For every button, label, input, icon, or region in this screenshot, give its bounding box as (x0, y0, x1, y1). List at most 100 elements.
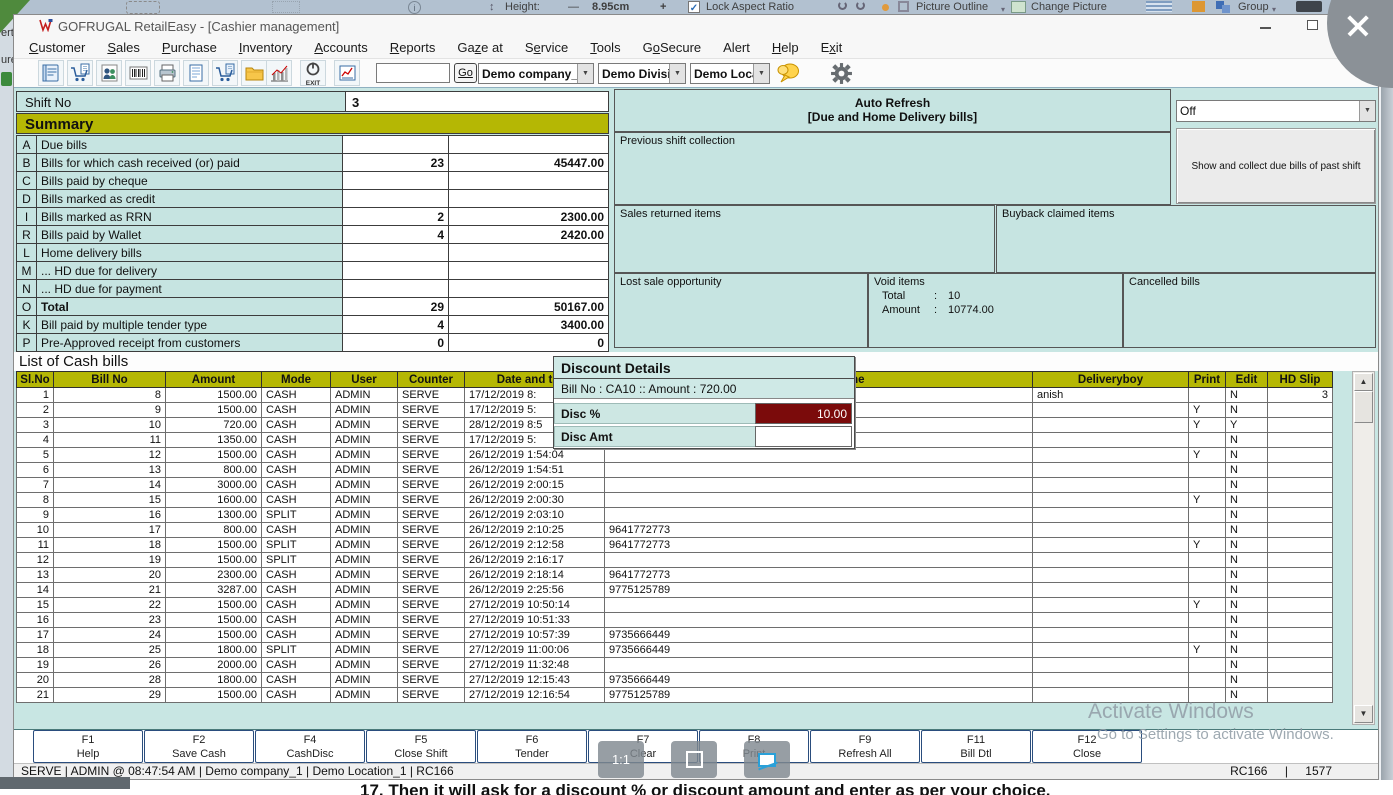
fkey-f11[interactable]: F11Bill Dtl (921, 730, 1031, 763)
collect-due-bills-button[interactable]: Show and collect due bills of past shift (1176, 128, 1376, 204)
picture-outline-button[interactable]: Picture Outline (916, 1, 988, 14)
col-header-user[interactable]: User (331, 372, 398, 388)
menu-item-gosecure[interactable]: GoSecure (632, 36, 713, 59)
color-swatch-icon[interactable] (1192, 1, 1205, 12)
report-button[interactable] (334, 60, 360, 86)
purchase-cart-button[interactable] (212, 60, 238, 86)
fkey-f4[interactable]: F4CashDisc (255, 730, 365, 763)
menu-item-tools[interactable]: Tools (579, 36, 631, 59)
combo-caret-icon[interactable]: ▼ (753, 64, 769, 83)
lock-aspect-checkbox[interactable]: ✓ (688, 1, 700, 13)
menu-item-alert[interactable]: Alert (712, 36, 761, 59)
shift-no-value[interactable]: 3 (345, 91, 609, 112)
sales-cart-button[interactable] (67, 60, 93, 86)
fkey-f1[interactable]: F1Help (33, 730, 143, 763)
restore-button[interactable] (1307, 20, 1318, 30)
contacts-button[interactable] (96, 60, 122, 86)
col-header-counter[interactable]: Counter (398, 372, 465, 388)
col-header-amount[interactable]: Amount (166, 372, 262, 388)
snip-overlay-button[interactable] (744, 741, 790, 778)
fkey-f9[interactable]: F9Refresh All (810, 730, 920, 763)
cell: 26/12/2019 2:12:58 (465, 538, 605, 553)
folder-button[interactable] (241, 60, 267, 86)
col-header-deliveryboy[interactable]: Deliveryboy (1033, 372, 1189, 388)
rotate-right-icon[interactable] (856, 1, 865, 10)
disc-amount-field[interactable] (755, 426, 852, 447)
minimize-button[interactable] (1260, 27, 1271, 29)
col-header-print[interactable]: Print (1189, 372, 1226, 388)
col-header-sl-no[interactable]: Sl.No (17, 372, 54, 388)
crop-overlay-button[interactable] (671, 741, 717, 778)
table-row[interactable]: 613800.00CASHADMINSERVE26/12/2019 1:54:5… (17, 463, 1333, 478)
fkey-f5[interactable]: F5Close Shift (366, 730, 476, 763)
info-icon[interactable]: i (408, 1, 421, 14)
scroll-down-icon[interactable]: ▼ (1354, 705, 1373, 723)
fkey-f2[interactable]: F2Save Cash (144, 730, 254, 763)
table-row[interactable]: 12191500.00SPLITADMINSERVE26/12/2019 2:1… (17, 553, 1333, 568)
menu-item-reports[interactable]: Reports (379, 36, 447, 59)
table-row[interactable]: 1017800.00CASHADMINSERVE26/12/2019 2:10:… (17, 523, 1333, 538)
exit-button[interactable]: EXIT (300, 60, 326, 86)
bills-scrollbar[interactable]: ▲ ▼ (1352, 371, 1375, 725)
menu-item-purchase[interactable]: Purchase (151, 36, 228, 59)
table-row[interactable]: 19262000.00CASHADMINSERVE27/12/2019 11:3… (17, 658, 1333, 673)
menu-item-inventory[interactable]: Inventory (228, 36, 304, 59)
barcode-button[interactable] (125, 60, 151, 86)
table-row[interactable]: 8151600.00CASHADMINSERVE26/12/2019 2:00:… (17, 493, 1333, 508)
pane-icon[interactable] (1296, 1, 1322, 12)
combo-caret-icon[interactable]: ▼ (1359, 101, 1375, 121)
col-header-bill-no[interactable]: Bill No (54, 372, 166, 388)
height-minus-button[interactable]: — (568, 1, 579, 14)
table-row[interactable]: 15221500.00CASHADMINSERVE27/12/2019 10:5… (17, 598, 1333, 613)
height-value[interactable]: 8.95cm (592, 1, 629, 14)
document-button[interactable] (183, 60, 209, 86)
menu-item-help[interactable]: Help (761, 36, 810, 59)
menu-item-exit[interactable]: Exit (810, 36, 854, 59)
rotate-left-icon[interactable] (838, 1, 847, 10)
col-header-edit[interactable]: Edit (1226, 372, 1268, 388)
table-row[interactable]: 11181500.00SPLITADMINSERVE26/12/2019 2:1… (17, 538, 1333, 553)
location-select[interactable]: Demo Location▼ (690, 63, 770, 84)
combo-caret-icon[interactable]: ▼ (669, 64, 685, 83)
auto-refresh-select[interactable]: Off▼ (1176, 100, 1376, 122)
fkey-f6[interactable]: F6Tender (477, 730, 587, 763)
align-icon[interactable] (1146, 1, 1172, 12)
col-header-mode[interactable]: Mode (262, 372, 331, 388)
table-row[interactable]: 16231500.00CASHADMINSERVE27/12/2019 10:5… (17, 613, 1333, 628)
bill-button[interactable] (38, 60, 64, 86)
company-select[interactable]: Demo company_▼ (478, 63, 594, 84)
disc-percent-field[interactable]: 10.00 (755, 403, 852, 424)
col-header-hd-slip[interactable]: HD Slip (1268, 372, 1333, 388)
zoom-ratio-overlay-button[interactable]: 1:1 (598, 741, 644, 778)
table-row[interactable]: 9161300.00SPLITADMINSERVE26/12/2019 2:03… (17, 508, 1333, 523)
table-row[interactable]: 5121500.00CASHADMINSERVE26/12/2019 1:54:… (17, 448, 1333, 463)
scroll-up-icon[interactable]: ▲ (1354, 373, 1373, 391)
height-plus-button[interactable]: + (660, 1, 666, 14)
selection-icon[interactable] (272, 1, 300, 13)
go-button[interactable]: Go (454, 63, 477, 83)
settings-gear-icon[interactable] (830, 62, 853, 90)
table-row[interactable]: 17241500.00CASHADMINSERVE27/12/2019 10:5… (17, 628, 1333, 643)
table-row[interactable]: 20281800.00CASHADMINSERVE27/12/2019 12:1… (17, 673, 1333, 688)
table-row[interactable]: 7143000.00CASHADMINSERVE26/12/2019 2:00:… (17, 478, 1333, 493)
combo-caret-icon[interactable]: ▼ (577, 64, 593, 83)
menu-item-gaze-at[interactable]: Gaze at (446, 36, 514, 59)
table-row[interactable]: 13202300.00CASHADMINSERVE26/12/2019 2:18… (17, 568, 1333, 583)
feedback-speech-icon[interactable] (776, 62, 801, 90)
menu-item-customer[interactable]: Customer (18, 36, 96, 59)
search-input[interactable] (376, 63, 450, 83)
menu-item-sales[interactable]: Sales (96, 36, 151, 59)
group-button[interactable]: Group (1238, 1, 1269, 14)
chart-button[interactable] (266, 60, 292, 86)
textbox-icon[interactable] (126, 1, 160, 14)
summary-cell: 3400.00 (449, 316, 609, 334)
printer-button[interactable] (154, 60, 180, 86)
table-row[interactable]: 14213287.00CASHADMINSERVE26/12/2019 2:25… (17, 583, 1333, 598)
division-select[interactable]: Demo Division▼ (598, 63, 686, 84)
table-row[interactable]: 18251800.00SPLITADMINSERVE27/12/2019 11:… (17, 643, 1333, 658)
menu-item-service[interactable]: Service (514, 36, 579, 59)
menu-item-accounts[interactable]: Accounts (303, 36, 378, 59)
summary-cell: 23 (343, 154, 449, 172)
scroll-thumb[interactable] (1354, 391, 1373, 423)
change-picture-button[interactable]: Change Picture (1031, 1, 1107, 14)
